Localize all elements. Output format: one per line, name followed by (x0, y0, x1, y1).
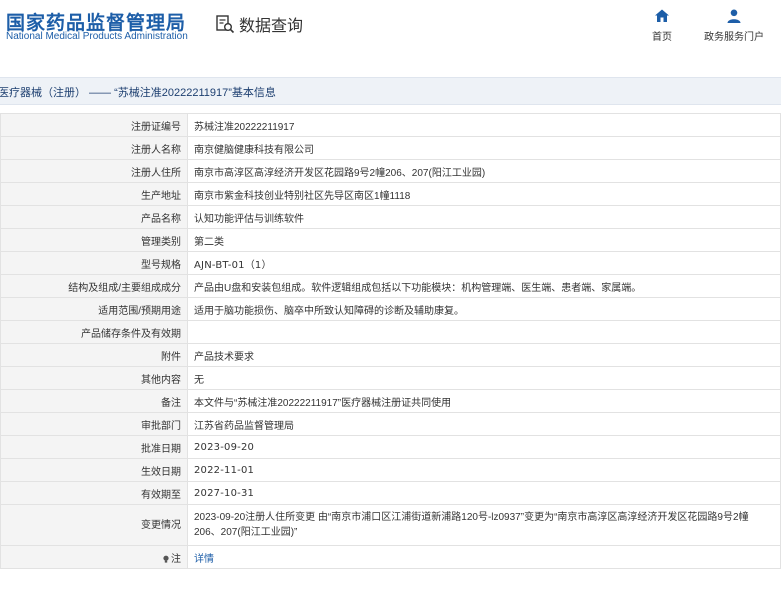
data-query-label: 数据查询 (239, 18, 304, 35)
table-row: 有效期至 2027-10-31 (0, 481, 781, 505)
table-row: 备注 本文件与“苏械注准20222211917”医疗器械注册证共同使用 (0, 389, 781, 413)
row-value: AJN-BT-01（1） (187, 251, 781, 275)
table-row: 附件 产品技术要求 (0, 343, 781, 367)
table-row: 生产地址 南京市紫金科技创业特别社区先导区南区1幢1118 (0, 182, 781, 206)
data-query-link[interactable]: 数据查询 (215, 12, 303, 36)
row-label: 其他内容 (0, 366, 188, 390)
table-row: 注册证编号 苏械注准20222211917 (0, 113, 781, 137)
row-value: 南京市高淳区高淳经济开发区花园路9号2幢206、207(阳江工业园) (187, 159, 781, 183)
row-value: 详情 (187, 545, 781, 569)
row-label: 生产地址 (0, 182, 188, 206)
row-value: 认知功能评估与训练软件 (187, 205, 781, 229)
user-icon (727, 9, 741, 23)
row-label: 有效期至 (0, 481, 188, 505)
table-row: 型号规格 AJN-BT-01（1） (0, 251, 781, 275)
note-label: 注 (171, 553, 181, 565)
row-label: 适用范围/预期用途 (0, 297, 188, 321)
row-value: 江苏省药品监督管理局 (187, 412, 781, 436)
table-row: 生效日期 2022-11-01 (0, 458, 781, 482)
row-label: 注册人名称 (0, 136, 188, 160)
row-label: 审批部门 (0, 412, 188, 436)
nav-service-portal[interactable]: 政务服务门户 (704, 8, 764, 43)
table-row: 管理类别 第二类 (0, 228, 781, 252)
table-row: 结构及组成/主要组成成分 产品由U盘和安装包组成。软件逻辑组成包括以下功能模块：… (0, 274, 781, 298)
row-value: 苏械注准20222211917 (187, 113, 781, 137)
site-header: 国家药品监督管理局 National Medical Products Admi… (0, 0, 781, 62)
row-label: 生效日期 (0, 458, 188, 482)
row-value: 无 (187, 366, 781, 390)
table-row: 产品储存条件及有效期 (0, 320, 781, 344)
nav-home[interactable]: 首页 (652, 8, 672, 43)
table-row: 注 详情 (0, 545, 781, 569)
home-icon (655, 9, 669, 22)
table-row: 产品名称 认知功能评估与训练软件 (0, 205, 781, 229)
table-row: 适用范围/预期用途 适用于脑功能损伤、脑卒中所致认知障碍的诊断及辅助康复。 (0, 297, 781, 321)
lightbulb-icon (163, 555, 169, 563)
row-label: 型号规格 (0, 251, 188, 275)
row-label: 备注 (0, 389, 188, 413)
row-label: 变更情况 (0, 504, 188, 546)
row-value: 南京市紫金科技创业特别社区先导区南区1幢1118 (187, 182, 781, 206)
site-logo-subtitle: National Medical Products Administration (6, 31, 188, 42)
table-row: 注册人名称 南京健脑健康科技有限公司 (0, 136, 781, 160)
record-titlebar: 医疗器械（注册） —— “苏械注准20222211917”基本信息 (0, 77, 781, 105)
details-link[interactable]: 详情 (194, 554, 214, 565)
table-row: 审批部门 江苏省药品监督管理局 (0, 412, 781, 436)
row-label: 批准日期 (0, 435, 188, 459)
registration-info-table: 注册证编号 苏械注准20222211917 注册人名称 南京健脑健康科技有限公司… (0, 113, 781, 569)
table-row: 其他内容 无 (0, 366, 781, 390)
nav-home-label: 首页 (652, 32, 672, 43)
row-value: 产品技术要求 (187, 343, 781, 367)
row-value: 南京健脑健康科技有限公司 (187, 136, 781, 160)
table-row: 批准日期 2023-09-20 (0, 435, 781, 459)
row-value: 2023-09-20 (187, 435, 781, 459)
row-value (187, 320, 781, 344)
row-value: 2022-11-01 (187, 458, 781, 482)
row-label: 注册人住所 (0, 159, 188, 183)
nav-service-portal-label: 政务服务门户 (704, 32, 764, 43)
row-value: 产品由U盘和安装包组成。软件逻辑组成包括以下功能模块：机构管理端、医生端、患者端… (187, 274, 781, 298)
row-label: 注册证编号 (0, 113, 188, 137)
document-search-icon (216, 15, 235, 34)
table-row: 变更情况 2023-09-20注册人住所变更 由“南京市浦口区江浦街道新浦路12… (0, 504, 781, 546)
row-value: 2023-09-20注册人住所变更 由“南京市浦口区江浦街道新浦路120号-lz… (187, 504, 781, 546)
row-value: 2027-10-31 (187, 481, 781, 505)
row-label: 管理类别 (0, 228, 188, 252)
row-value: 第二类 (187, 228, 781, 252)
row-label: 结构及组成/主要组成成分 (0, 274, 188, 298)
row-value: 适用于脑功能损伤、脑卒中所致认知障碍的诊断及辅助康复。 (187, 297, 781, 321)
row-label-note: 注 (0, 545, 188, 569)
row-label: 产品名称 (0, 205, 188, 229)
row-value: 本文件与“苏械注准20222211917”医疗器械注册证共同使用 (187, 389, 781, 413)
record-title: 医疗器械（注册） —— “苏械注准20222211917”基本信息 (0, 87, 276, 99)
table-row: 注册人住所 南京市高淳区高淳经济开发区花园路9号2幢206、207(阳江工业园) (0, 159, 781, 183)
row-label: 产品储存条件及有效期 (0, 320, 188, 344)
row-label: 附件 (0, 343, 188, 367)
